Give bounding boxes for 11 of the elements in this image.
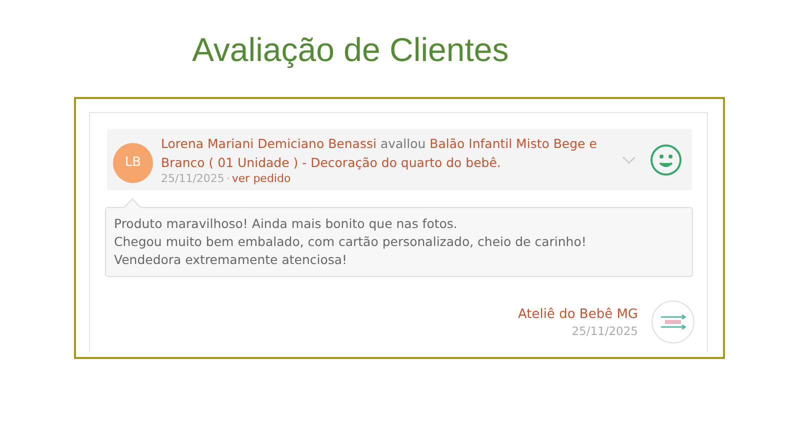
order-link[interactable]: ver pedido bbox=[232, 172, 291, 184]
reply-date: 25/11/2025 bbox=[572, 324, 638, 338]
logo-icon bbox=[651, 300, 695, 344]
avatar: LB bbox=[113, 142, 153, 182]
review-headline: Lorena Mariani Demiciano Benassi avallou Balão Infantil Misto Bege e Branco ( 01 Unidade ) - Decoração do quarto do bebê. bbox=[161, 134, 598, 172]
separator: · bbox=[226, 172, 230, 184]
comment-text: Produto maravilhoso! Ainda mais bonito que nas fotos. Chegou muito bem embalado, com cartão personalizado, cheio de carinho! Vendedora extremamente atenciosa! bbox=[114, 215, 588, 269]
page-title: Avaliação de Clientes bbox=[192, 30, 510, 70]
review-date: 25/11/2025 bbox=[161, 172, 224, 184]
chevron-icon[interactable] bbox=[622, 154, 636, 164]
seller-name: Ateliê do Bebê MG bbox=[518, 306, 638, 324]
